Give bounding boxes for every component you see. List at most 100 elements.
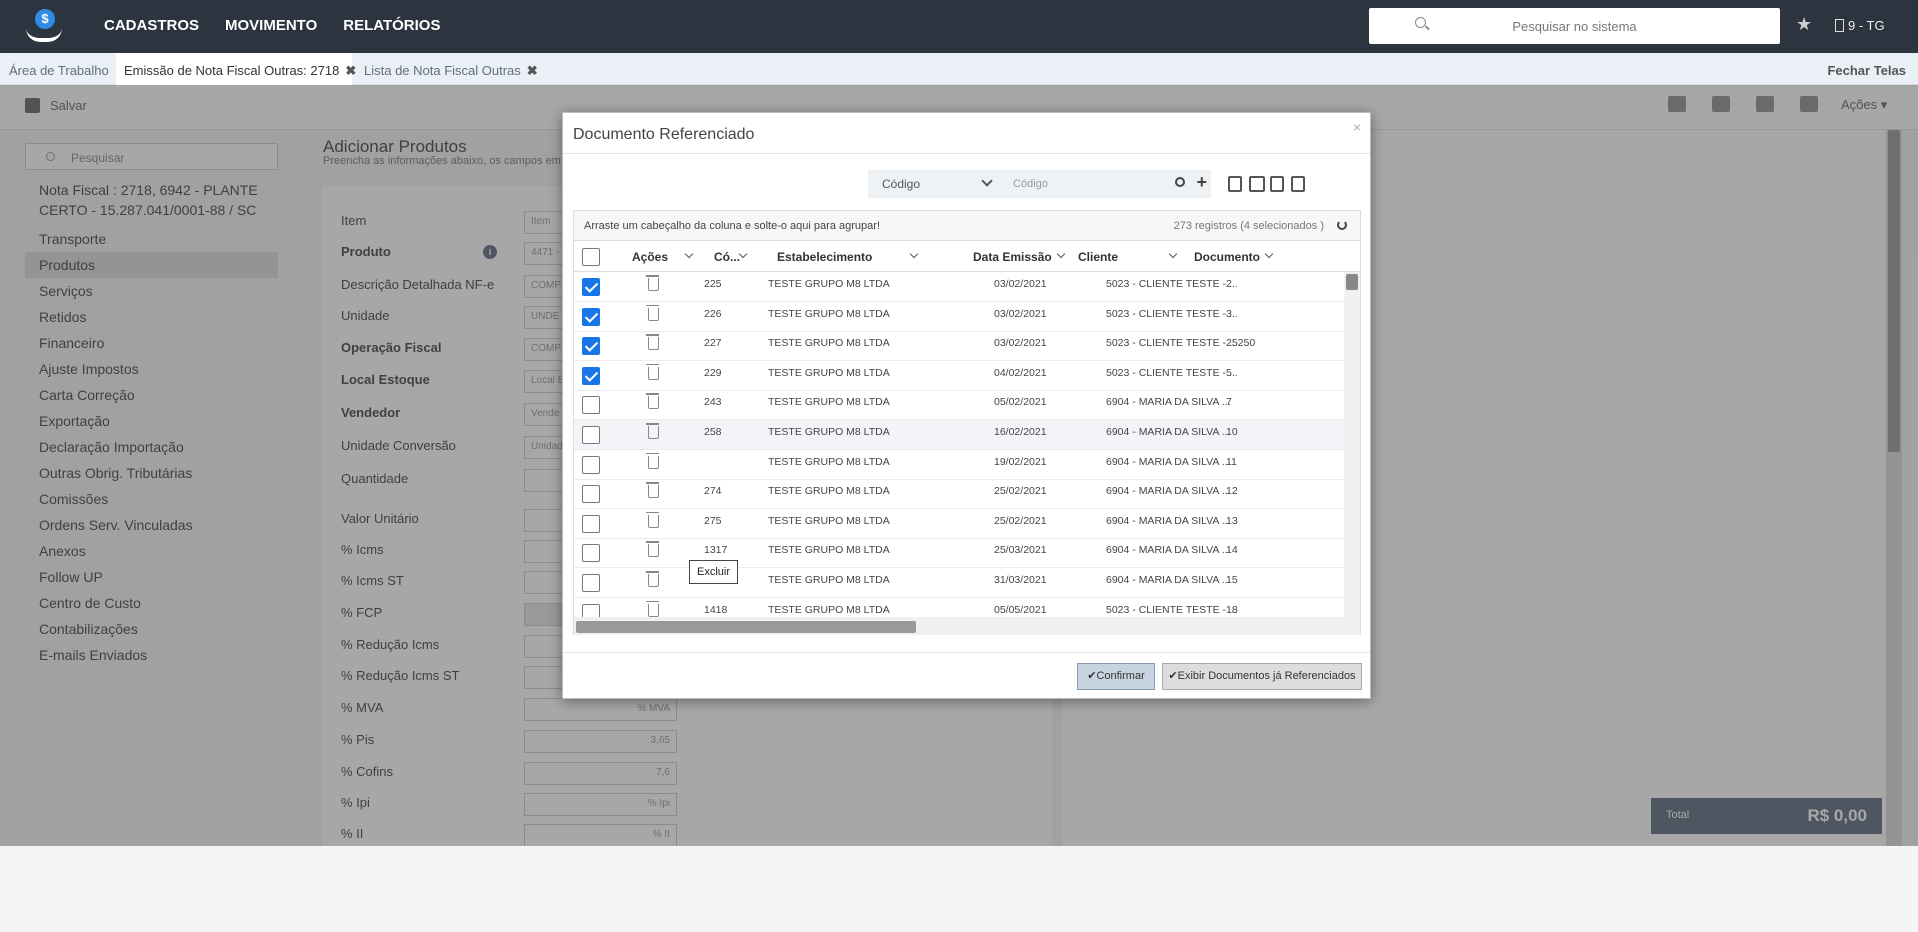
table-row[interactable]: 225 TESTE GRUPO M8 LTDA 03/02/2021 5023 - C… — [574, 272, 1344, 302]
search-icon[interactable] — [1175, 177, 1185, 187]
global-search-input[interactable]: Pesquisar no sistema — [1369, 8, 1780, 44]
trash-icon[interactable] — [646, 511, 659, 528]
documento-referenciado-modal: Documento Referenciado × Código Código + … — [562, 112, 1371, 699]
row-checkbox[interactable] — [582, 396, 600, 415]
table-row[interactable]: 227 TESTE GRUPO M8 LTDA 03/02/2021 5023 - C… — [574, 331, 1344, 362]
chevron-down-icon[interactable] — [684, 249, 694, 259]
company-selector[interactable]: 9 - TG — [1835, 18, 1885, 33]
building-icon — [1835, 19, 1844, 32]
row-checkbox[interactable] — [582, 603, 600, 617]
documents-grid: Arraste um cabeçalho da coluna e solte-o… — [573, 210, 1361, 635]
cell-data: 04/02/2021 — [994, 366, 1047, 379]
row-checkbox[interactable] — [582, 514, 600, 533]
tab-lista-nota-fiscal[interactable]: Lista de Nota Fiscal Outras ✖ — [364, 63, 538, 79]
cell-doc: 18 — [1226, 603, 1238, 616]
grid-horizontal-scrollbar[interactable] — [574, 617, 1360, 635]
col-acoes[interactable]: Ações — [632, 250, 668, 264]
row-checkbox[interactable] — [582, 485, 600, 504]
trash-icon[interactable] — [646, 600, 659, 617]
cell-estab: TESTE GRUPO M8 LTDA — [768, 485, 890, 498]
table-row[interactable]: 243 TESTE GRUPO M8 LTDA 05/02/2021 6904 - M… — [574, 390, 1344, 421]
trash-icon[interactable] — [646, 304, 659, 321]
row-checkbox[interactable] — [582, 574, 600, 592]
confirm-button[interactable]: ✔Confirmar — [1077, 663, 1155, 690]
show-referenced-button[interactable]: ✔Exibir Documentos já Referenciados — [1162, 663, 1362, 690]
trash-icon[interactable] — [646, 275, 659, 291]
filter-field-select[interactable]: Código — [868, 170, 1001, 198]
cell-estab: TESTE GRUPO M8 LTDA — [768, 426, 890, 438]
chevron-down-icon[interactable] — [1264, 249, 1274, 259]
chevron-down-icon[interactable] — [909, 249, 919, 259]
close-icon[interactable]: ✖ — [345, 63, 356, 78]
grid-vertical-scrollbar[interactable] — [1344, 272, 1360, 617]
add-icon[interactable]: + — [1196, 172, 1207, 193]
row-checkbox[interactable] — [582, 337, 600, 356]
table-row[interactable]: 1418 TESTE GRUPO M8 LTDA 05/05/2021 5023 - … — [574, 598, 1344, 617]
table-row[interactable]: 258 TESTE GRUPO M8 LTDA 16/02/2021 6904 - M… — [574, 420, 1344, 450]
trash-icon[interactable] — [646, 334, 659, 351]
table-row[interactable]: TESTE GRUPO M8 LTDA 19/02/2021 6904 - MARI… — [574, 450, 1344, 480]
table-row[interactable]: 229 TESTE GRUPO M8 LTDA 04/02/2021 5023 - C… — [574, 361, 1344, 391]
refresh-icon[interactable] — [1337, 220, 1347, 230]
col-estabelecimento[interactable]: Estabelecimento — [777, 250, 872, 264]
close-icon[interactable]: × — [1353, 119, 1361, 135]
delete-filter-icon[interactable] — [1249, 176, 1265, 192]
select-all-checkbox[interactable] — [582, 248, 600, 266]
cell-cliente: 5023 - CLIENTE TESTE - ... — [1106, 366, 1238, 379]
cell-codigo: 229 — [704, 366, 722, 379]
trash-icon[interactable] — [646, 541, 659, 558]
trash-icon[interactable] — [646, 482, 659, 499]
cell-estab: TESTE GRUPO M8 LTDA — [768, 603, 890, 616]
chevron-down-icon — [981, 175, 993, 187]
col-data-emissao[interactable]: Data Emissão — [973, 250, 1052, 264]
menu-relatorios[interactable]: RELATÓRIOS — [343, 17, 440, 34]
col-codigo[interactable]: Có... — [714, 250, 740, 264]
trash-icon[interactable] — [646, 393, 659, 410]
chevron-down-icon[interactable] — [1168, 249, 1178, 259]
dollar-hand-logo-icon[interactable]: $ — [24, 6, 64, 46]
cell-codigo: 275 — [704, 514, 722, 527]
col-cliente[interactable]: Cliente — [1078, 250, 1118, 264]
row-checkbox[interactable] — [582, 426, 600, 444]
favorites-star-icon[interactable]: ★ — [1796, 14, 1812, 35]
menu-movimento[interactable]: MOVIMENTO — [225, 17, 317, 34]
filter-code-input[interactable]: Código + — [1001, 170, 1211, 198]
clear-filter-icon[interactable] — [1228, 176, 1242, 192]
cell-data: 03/02/2021 — [994, 278, 1047, 290]
row-checkbox[interactable] — [582, 544, 600, 563]
menu-cadastros[interactable]: CADASTROS — [104, 17, 199, 34]
row-checkbox[interactable] — [582, 366, 600, 385]
row-checkbox[interactable] — [582, 455, 600, 474]
modal-footer-divider — [563, 652, 1370, 653]
close-all-screens-button[interactable]: Fechar Telas — [1827, 63, 1906, 78]
tab-area-de-trabalho[interactable]: Área de Trabalho — [9, 63, 109, 78]
row-checkbox[interactable] — [582, 278, 600, 296]
trash-icon[interactable] — [1291, 176, 1305, 192]
tab-emissao-label: Emissão de Nota Fiscal Outras: 2718 — [124, 63, 340, 78]
cell-estab: TESTE GRUPO M8 LTDA — [768, 455, 890, 468]
trash-icon[interactable] — [646, 363, 659, 380]
tab-emissao-nota-fiscal[interactable]: Emissão de Nota Fiscal Outras: 2718 ✖ — [124, 63, 356, 79]
cell-data: 05/05/2021 — [994, 603, 1047, 616]
trash-icon[interactable] — [646, 423, 659, 439]
cell-estab: TESTE GRUPO M8 LTDA — [768, 544, 890, 557]
close-icon[interactable]: ✖ — [527, 63, 538, 78]
table-row[interactable]: 226 TESTE GRUPO M8 LTDA 03/02/2021 5023 - C… — [574, 302, 1344, 332]
cell-cliente: 5023 - CLIENTE TESTE - ... — [1106, 603, 1238, 616]
col-documento[interactable]: Documento — [1194, 250, 1260, 264]
table-row[interactable]: 275 TESTE GRUPO M8 LTDA 25/02/2021 6904 - M… — [574, 509, 1344, 539]
save-filter-icon[interactable] — [1270, 176, 1284, 192]
cell-doc: 11 — [1226, 455, 1237, 468]
cell-estab: TESTE GRUPO M8 LTDA — [768, 337, 890, 350]
row-checkbox[interactable] — [582, 307, 600, 326]
trash-icon[interactable] — [646, 452, 659, 469]
trash-icon[interactable] — [646, 571, 659, 587]
modal-divider — [563, 153, 1370, 154]
cell-cliente: 6904 - MARIA DA SILVA ... — [1106, 396, 1231, 409]
chevron-down-icon[interactable] — [1056, 249, 1066, 259]
table-row[interactable]: 274 TESTE GRUPO M8 LTDA 25/02/2021 6904 - M… — [574, 479, 1344, 510]
cell-codigo: 225 — [704, 278, 722, 290]
cell-doc: 14 — [1226, 544, 1238, 557]
chevron-down-icon[interactable] — [738, 249, 748, 259]
cell-estab: TESTE GRUPO M8 LTDA — [768, 574, 890, 586]
